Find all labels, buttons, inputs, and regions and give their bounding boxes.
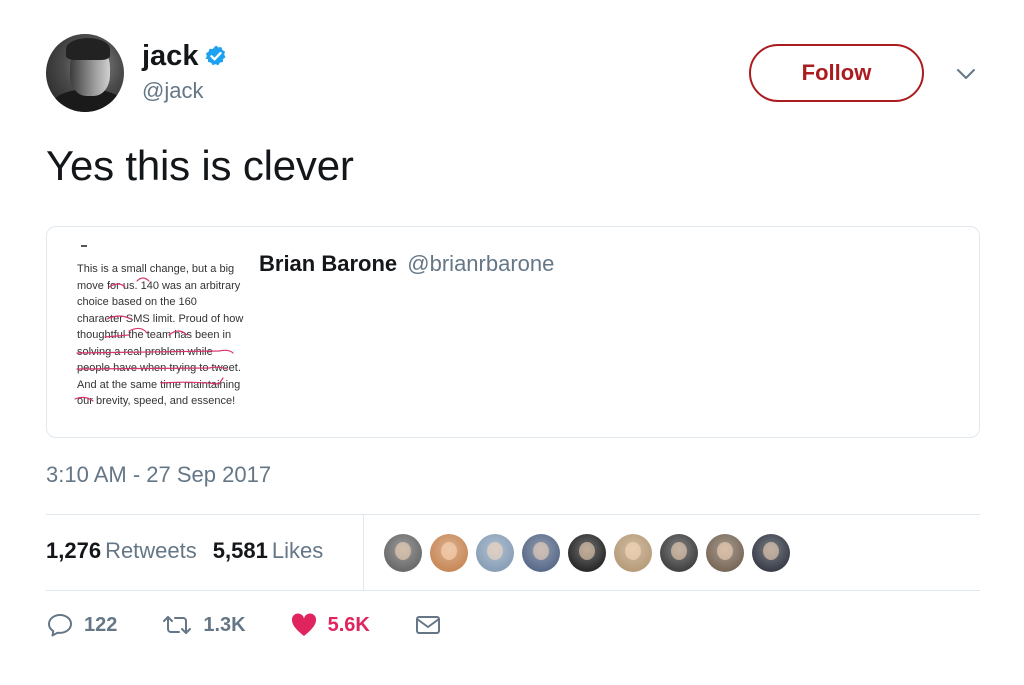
liker-avatar[interactable] (384, 534, 422, 572)
quote-author-name: Brian Barone (259, 251, 398, 276)
divider (46, 590, 980, 591)
liker-avatar[interactable] (614, 534, 652, 572)
like-count: 5.6K (327, 613, 370, 636)
quote-author[interactable]: Brian Barone @brianrbarone (259, 251, 554, 277)
retweet-button[interactable]: 1.3K (161, 613, 246, 637)
chevron-down-icon[interactable] (954, 64, 978, 84)
reply-icon (48, 614, 72, 637)
divider (46, 514, 980, 515)
quoted-tweet[interactable]: This is a small change, but a big move f… (46, 226, 980, 438)
heart-icon (291, 613, 316, 636)
likes-stat[interactable]: 5,581 Likes (213, 538, 323, 564)
handwritten-edits (74, 277, 234, 402)
retweet-count: 1.3K (203, 613, 246, 636)
retweets-label: Retweets (105, 538, 197, 563)
liker-avatar[interactable] (660, 534, 698, 572)
message-button[interactable] (414, 613, 442, 637)
user-handle[interactable]: @jack (142, 78, 203, 104)
retweets-count: 1,276 (46, 538, 102, 563)
verified-icon (205, 45, 226, 66)
liker-avatars (384, 534, 790, 572)
retweets-stat[interactable]: 1,276 Retweets (46, 538, 197, 564)
avatar-hair (66, 38, 110, 60)
quote-author-handle: @brianrbarone (407, 251, 555, 276)
like-button[interactable]: 5.6K (290, 612, 370, 638)
liker-avatar[interactable] (568, 534, 606, 572)
follow-button[interactable]: Follow (749, 44, 924, 102)
reply-button[interactable]: 122 (46, 612, 117, 638)
liker-avatar[interactable] (706, 534, 744, 572)
reply-count: 122 (84, 613, 118, 636)
stats-separator (363, 514, 364, 590)
tweet-header: jack @jack Follow (46, 34, 980, 118)
tweet-timestamp[interactable]: 3:10 AM - 27 Sep 2017 (46, 462, 271, 488)
liker-avatar[interactable] (752, 534, 790, 572)
retweet-icon (163, 616, 192, 634)
likes-label: Likes (271, 538, 324, 563)
quote-image[interactable]: This is a small change, but a big move f… (69, 241, 249, 431)
likes-count: 5,581 (212, 538, 268, 563)
tweet-stats: 1,276 Retweets 5,581 Likes (46, 538, 323, 564)
avatar[interactable] (46, 34, 124, 112)
liker-avatar[interactable] (476, 534, 514, 572)
tweet-text: Yes this is clever (46, 142, 354, 189)
envelope-icon (415, 616, 440, 634)
user-name[interactable]: jack (142, 40, 198, 73)
name-row: jack (142, 38, 228, 74)
liker-avatar[interactable] (430, 534, 468, 572)
tweet-actions: 122 1.3K 5.6K (46, 612, 486, 638)
liker-avatar[interactable] (522, 534, 560, 572)
